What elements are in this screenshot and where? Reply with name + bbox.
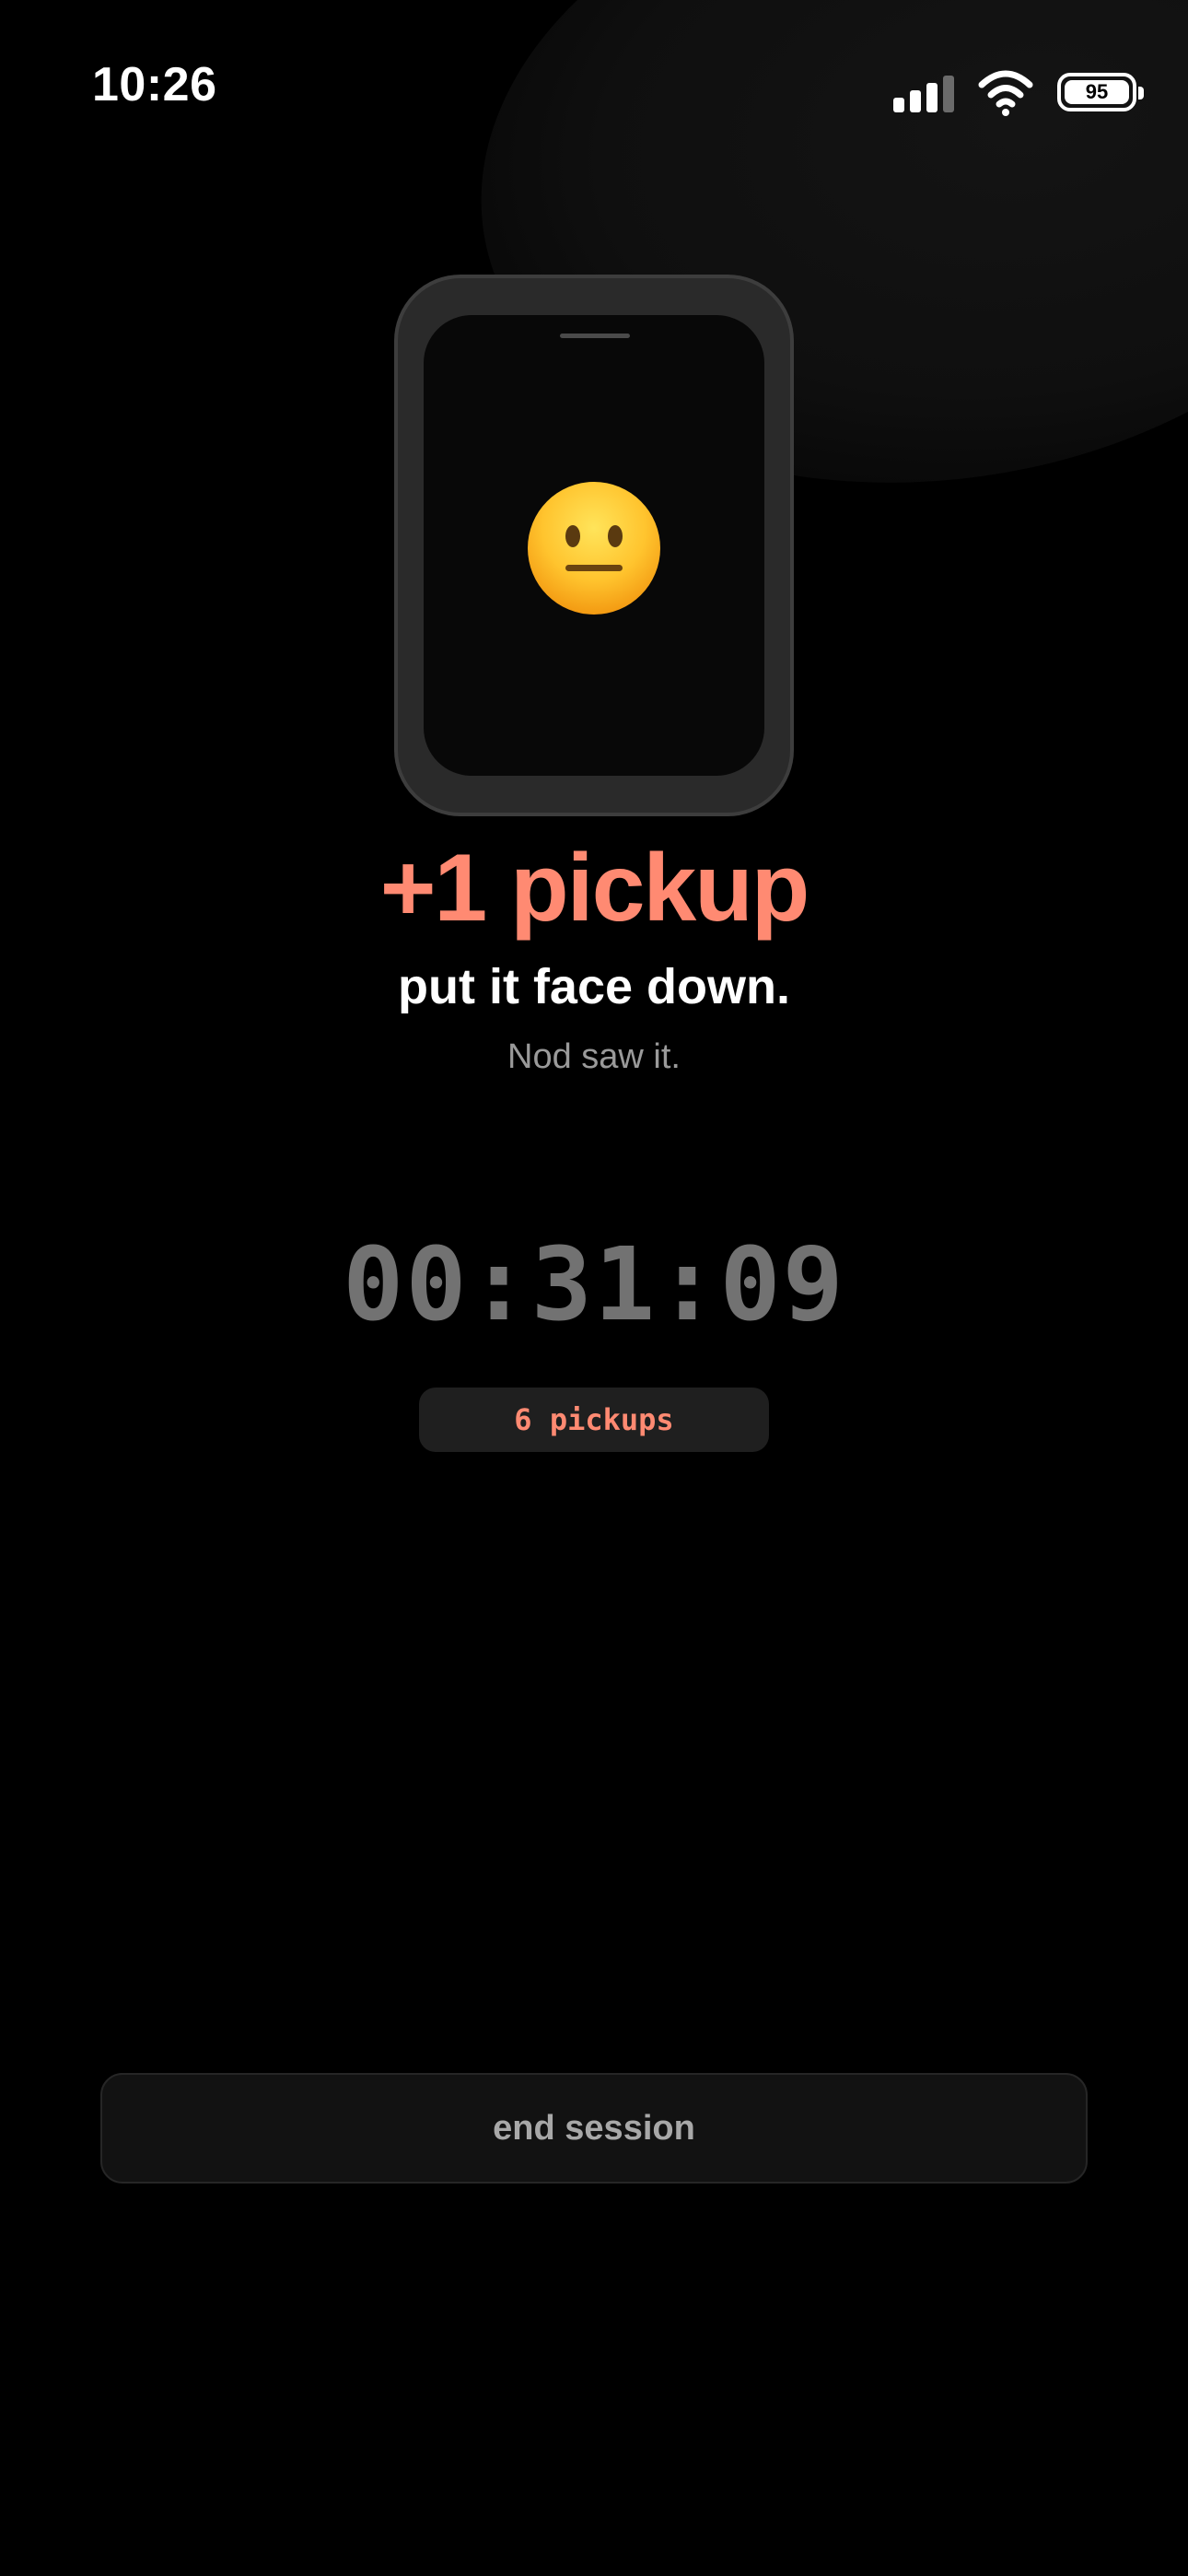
pickup-headline: +1 pickup (379, 835, 810, 942)
phone-screen (424, 315, 764, 776)
phone-illustration (394, 275, 794, 816)
focus-session-screen: 10:26 95 +1 pickup put it face down. Nod… (0, 0, 1188, 2576)
end-session-button[interactable]: end session (100, 2073, 1088, 2184)
pickups-count-badge: 6 pickups (419, 1388, 769, 1452)
neutral-face-icon (528, 482, 660, 615)
phone-speaker-slot (560, 334, 630, 338)
cellular-signal-icon (893, 72, 954, 112)
instruction-text: put it face down. (398, 959, 790, 1014)
caption-text: Nod saw it. (507, 1037, 681, 1076)
wifi-icon (978, 70, 1033, 116)
session-timer: 00:31:09 (343, 1225, 845, 1343)
status-icons: 95 (893, 64, 1144, 120)
status-time: 10:26 (92, 58, 217, 111)
battery-level: 95 (1085, 80, 1109, 103)
battery-icon: 95 (1057, 73, 1144, 111)
